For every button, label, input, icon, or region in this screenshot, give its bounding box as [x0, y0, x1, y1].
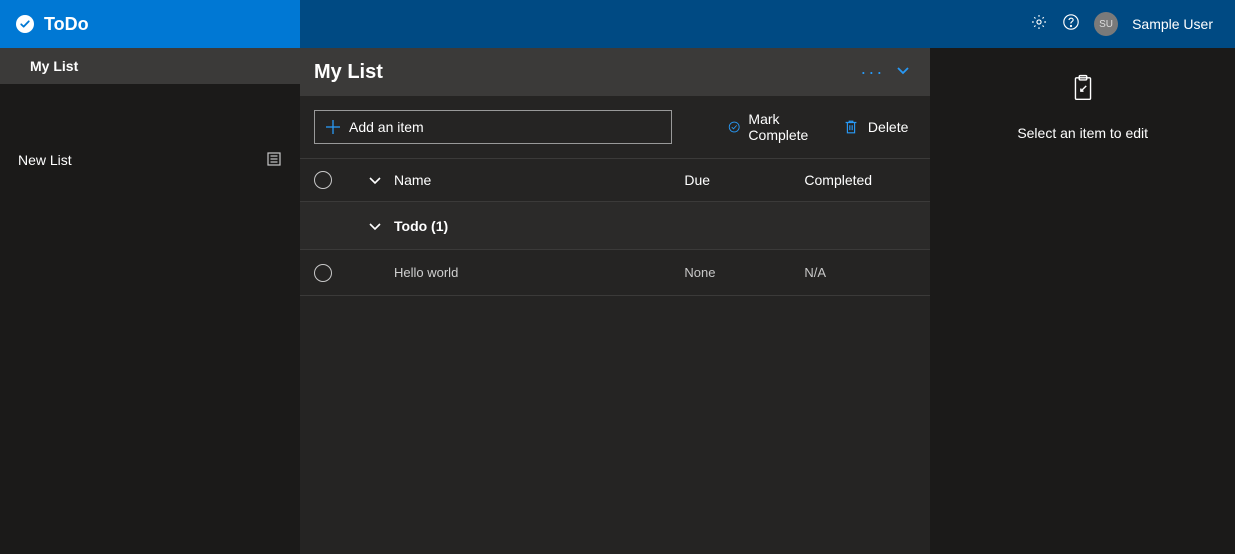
- sidebar: My List New List: [0, 48, 300, 554]
- group-row[interactable]: Todo (1): [300, 202, 930, 250]
- new-list-button[interactable]: New List: [0, 142, 300, 178]
- sidebar-list-item[interactable]: My List: [0, 48, 300, 84]
- page-title: My List: [314, 61, 860, 84]
- row-completed: N/A: [804, 265, 916, 280]
- collapse-icon[interactable]: [896, 63, 910, 82]
- table-row[interactable]: Hello world None N/A: [300, 250, 930, 296]
- row-select-radio[interactable]: [314, 264, 332, 282]
- delete-label: Delete: [868, 119, 908, 135]
- expand-all-toggle[interactable]: [356, 173, 394, 187]
- clipboard-icon: [1070, 74, 1096, 107]
- detail-empty-text: Select an item to edit: [1017, 125, 1148, 141]
- add-item-label: Add an item: [349, 119, 424, 135]
- new-list-label: New List: [18, 152, 72, 168]
- col-header-due[interactable]: Due: [684, 172, 804, 188]
- items-table: Name Due Completed Todo (1) Hello world …: [300, 158, 930, 296]
- app-logo-icon: [16, 15, 34, 33]
- add-item-button[interactable]: Add an item: [314, 110, 672, 144]
- toolbar: Add an item Mark Complete: [300, 96, 930, 158]
- select-all-radio[interactable]: [314, 171, 332, 189]
- gear-icon[interactable]: [1030, 13, 1048, 36]
- row-name: Hello world: [394, 265, 684, 280]
- delete-button[interactable]: Delete: [842, 118, 908, 136]
- mark-complete-label: Mark Complete: [748, 111, 814, 143]
- user-name: Sample User: [1132, 16, 1213, 32]
- col-header-name[interactable]: Name: [394, 172, 684, 188]
- group-label: Todo (1): [394, 218, 448, 234]
- app-title: ToDo: [44, 14, 89, 35]
- more-menu-icon[interactable]: ···: [860, 63, 884, 81]
- topbar: ToDo SU Sample User: [0, 0, 1235, 48]
- detail-panel: Select an item to edit: [930, 48, 1235, 554]
- sidebar-list-label: My List: [30, 58, 78, 74]
- form-icon: [266, 151, 282, 170]
- col-header-completed[interactable]: Completed: [804, 172, 916, 188]
- help-icon[interactable]: [1062, 13, 1080, 36]
- main-panel: My List ··· Add an item Mark Comp: [300, 48, 930, 554]
- main-header: My List ···: [300, 48, 930, 96]
- group-expand-toggle[interactable]: [356, 219, 394, 233]
- table-header-row: Name Due Completed: [300, 158, 930, 202]
- row-due: None: [684, 265, 804, 280]
- mark-complete-button[interactable]: Mark Complete: [728, 111, 814, 143]
- avatar[interactable]: SU: [1094, 12, 1118, 36]
- brand-section[interactable]: ToDo: [0, 0, 300, 48]
